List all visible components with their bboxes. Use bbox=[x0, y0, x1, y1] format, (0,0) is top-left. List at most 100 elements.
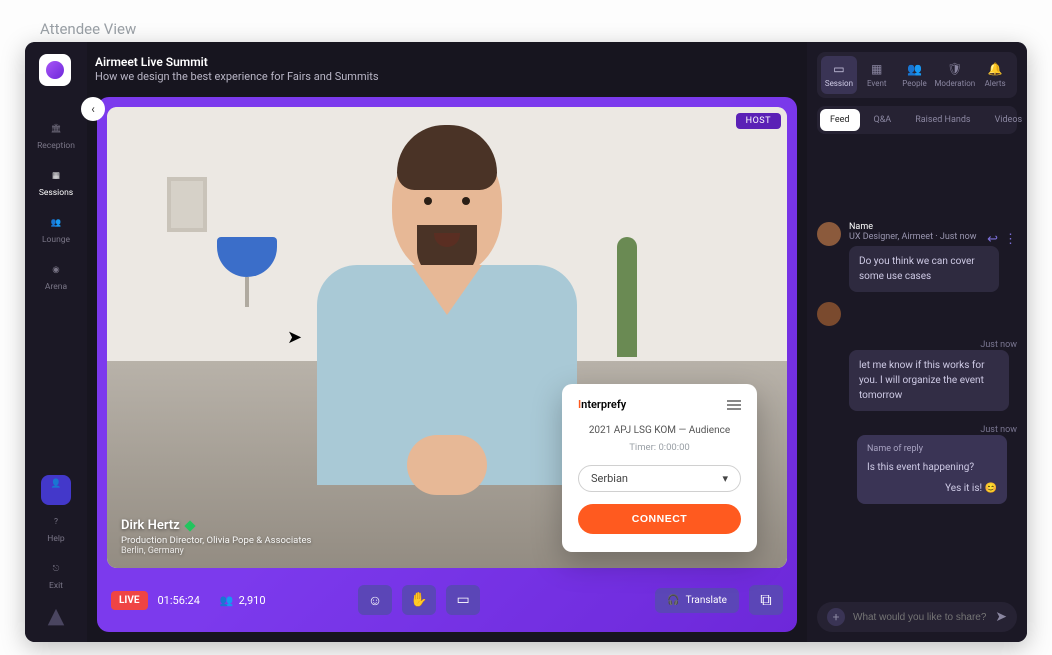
hand-icon: ✋ bbox=[410, 592, 427, 608]
emoji-button[interactable]: ☺ bbox=[358, 585, 392, 615]
chat-feed: NameUX Designer, Airmeet · Just now Do y… bbox=[817, 142, 1017, 594]
verified-icon bbox=[184, 520, 195, 531]
translate-popup: Interprefy 2021 APJ LSG KOM — Audience T… bbox=[562, 384, 757, 552]
reply-name: Name of reply bbox=[867, 443, 997, 457]
timestamp-2: Just now bbox=[817, 340, 1017, 350]
raise-hand-button[interactable]: ✋ bbox=[402, 585, 436, 615]
reply-answer: Yes it is! 😊 bbox=[867, 481, 997, 496]
nav-lounge[interactable]: 👥 Lounge bbox=[30, 206, 82, 253]
sessions-icon: ▦ bbox=[47, 167, 65, 185]
chat-input-bar: + ➤ bbox=[817, 602, 1017, 632]
msg1-time: Just now bbox=[940, 232, 977, 242]
interprefy-logo: Interprefy bbox=[578, 398, 626, 411]
chat-message-1: NameUX Designer, Airmeet · Just now Do y… bbox=[817, 222, 1017, 292]
stage: ➤ HOST Dirk Hertz Production Director, O… bbox=[97, 97, 797, 632]
panel-tabs: ▭Session ▦Event 👥People 🛡Moderation 🔔Ale… bbox=[817, 52, 1017, 98]
chat-avatar-2 bbox=[817, 302, 1017, 326]
avatar bbox=[817, 302, 841, 326]
session-icon: ▭ bbox=[832, 62, 846, 76]
language-select[interactable]: Serbian ▾ bbox=[578, 465, 741, 492]
event-title: Airmeet Live Summit bbox=[95, 55, 379, 71]
emoji-icon: ☺ bbox=[368, 592, 382, 609]
arena-icon: ◉ bbox=[47, 261, 65, 279]
add-attachment-button[interactable]: + bbox=[827, 608, 845, 626]
screen-icon: ▭ bbox=[456, 592, 469, 608]
tab-moderation[interactable]: 🛡Moderation bbox=[934, 56, 975, 94]
speaker-name: Dirk Hertz bbox=[121, 518, 180, 533]
feed-tab-feed[interactable]: Feed bbox=[820, 109, 860, 131]
avatar bbox=[817, 222, 841, 246]
popup-menu-button[interactable] bbox=[727, 400, 741, 410]
nav-avatar[interactable]: 👤 bbox=[41, 475, 71, 505]
nav-arena[interactable]: ◉ Arena bbox=[30, 253, 82, 300]
frame-title: Attendee View bbox=[20, 20, 1032, 38]
bottom-bar: LIVE 01:56:24 👥 2,910 ☺ ✋ ▭ 🎧 Translate bbox=[107, 578, 787, 622]
event-icon: ▦ bbox=[870, 62, 884, 76]
nav-brand bbox=[30, 599, 82, 640]
live-badge: LIVE bbox=[111, 591, 148, 610]
app-window: Airmeet Live Summit How we design the be… bbox=[25, 42, 1027, 642]
feed-tab-qa[interactable]: Q&A bbox=[864, 109, 902, 131]
speaker-info: Dirk Hertz Production Director, Olivia P… bbox=[121, 518, 311, 556]
tab-alerts[interactable]: 🔔Alerts bbox=[977, 56, 1013, 94]
chat-message-3: Name of reply Is this event happening? Y… bbox=[857, 435, 1007, 504]
pip-button[interactable]: ⧉ bbox=[749, 585, 783, 615]
popup-event-line: 2021 APJ LSG KOM — Audience bbox=[578, 425, 741, 436]
pip-icon: ⧉ bbox=[760, 590, 771, 610]
speaker-location: Berlin, Germany bbox=[121, 546, 311, 556]
nav-sessions-label: Sessions bbox=[39, 188, 73, 198]
lounge-icon: 👥 bbox=[47, 214, 65, 232]
nav-exit[interactable]: ⎋ Exit bbox=[30, 552, 82, 599]
msg1-text: Do you think we can cover some use cases bbox=[849, 246, 999, 292]
tab-people[interactable]: 👥People bbox=[897, 56, 933, 94]
exit-icon: ⎋ bbox=[47, 560, 65, 578]
nav-arena-label: Arena bbox=[45, 282, 67, 292]
event-subtitle: How we design the best experience for Fa… bbox=[95, 70, 379, 84]
send-button[interactable]: ➤ bbox=[995, 609, 1007, 625]
nav-exit-label: Exit bbox=[49, 581, 63, 591]
nav-lounge-label: Lounge bbox=[42, 235, 70, 245]
people-icon: 👥 bbox=[220, 594, 234, 607]
timestamp-3: Just now bbox=[817, 425, 1017, 435]
tab-event[interactable]: ▦Event bbox=[859, 56, 895, 94]
back-button[interactable]: ‹ bbox=[81, 97, 105, 121]
bell-icon: 🔔 bbox=[988, 62, 1002, 76]
speaker-role: Production Director, Olivia Pope & Assoc… bbox=[121, 535, 311, 546]
nav-help[interactable]: ? Help bbox=[30, 505, 82, 552]
share-screen-button[interactable]: ▭ bbox=[446, 585, 480, 615]
nav-help-label: Help bbox=[47, 534, 64, 544]
people-tab-icon: 👥 bbox=[908, 62, 922, 76]
header: Airmeet Live Summit How we design the be… bbox=[25, 42, 807, 97]
feed-tab-raised[interactable]: Raised Hands bbox=[905, 109, 980, 131]
feed-tabs: Feed Q&A Raised Hands Videos bbox=[817, 106, 1017, 134]
help-icon: ? bbox=[47, 513, 65, 531]
reply-question: Is this event happening? bbox=[867, 460, 997, 475]
language-selected: Serbian bbox=[591, 472, 628, 485]
nav-reception[interactable]: 🏛 Reception bbox=[30, 112, 82, 159]
connect-button[interactable]: CONNECT bbox=[578, 504, 741, 534]
chat-message-2: let me know if this works for you. I wil… bbox=[849, 350, 1009, 411]
nav-reception-label: Reception bbox=[37, 141, 75, 151]
reception-icon: 🏛 bbox=[47, 120, 65, 138]
avatar-icon: 👤 bbox=[47, 475, 65, 493]
popup-timer: Timer: 0:00:00 bbox=[578, 442, 741, 453]
chevron-down-icon: ▾ bbox=[722, 472, 728, 485]
nav-sessions[interactable]: ▦ Sessions bbox=[30, 159, 82, 206]
headphones-icon: 🎧 bbox=[667, 595, 679, 606]
tab-session[interactable]: ▭Session bbox=[821, 56, 857, 94]
reply-icon[interactable]: ↩ bbox=[987, 232, 998, 247]
attendee-count: 👥 2,910 bbox=[220, 594, 266, 607]
translate-button[interactable]: 🎧 Translate bbox=[655, 588, 739, 613]
msg1-role: UX Designer, Airmeet bbox=[849, 232, 933, 242]
host-badge: HOST bbox=[736, 113, 781, 129]
send-icon: ➤ bbox=[995, 609, 1007, 625]
left-nav: 🏛 Reception ▦ Sessions 👥 Lounge ◉ Arena … bbox=[25, 42, 87, 642]
msg1-name: Name bbox=[849, 222, 873, 232]
timecode: 01:56:24 bbox=[158, 594, 200, 607]
chat-input[interactable] bbox=[853, 612, 995, 623]
more-icon[interactable]: ⋮ bbox=[1004, 232, 1017, 247]
translate-label: Translate bbox=[686, 595, 727, 606]
feed-tab-videos[interactable]: Videos bbox=[985, 109, 1027, 131]
right-panel: ▭Session ▦Event 👥People 🛡Moderation 🔔Ale… bbox=[807, 42, 1027, 642]
brand-icon bbox=[45, 607, 67, 629]
